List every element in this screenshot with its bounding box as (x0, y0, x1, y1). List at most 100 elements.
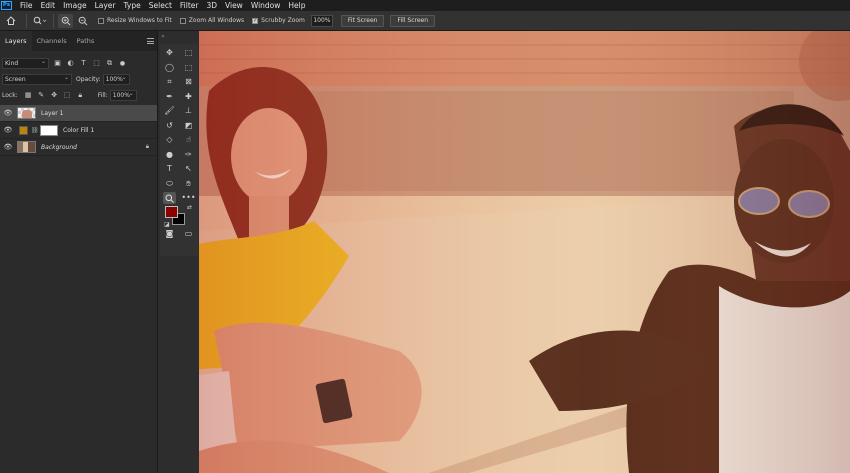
filter-type-icon[interactable]: T (79, 59, 88, 68)
menu-bar: Ps File Edit Image Layer Type Select Fil… (0, 0, 850, 11)
fill-screen-button[interactable]: Fill Screen (390, 14, 436, 27)
separator (26, 13, 27, 28)
scrubby-zoom-checkbox[interactable]: ✓ Scrubby Zoom (252, 17, 305, 24)
lasso-tool-icon[interactable]: ◯ (163, 62, 176, 74)
clone-stamp-tool-icon[interactable]: ⊥ (182, 105, 195, 117)
menu-window[interactable]: Window (247, 0, 285, 11)
menu-edit[interactable]: Edit (37, 0, 60, 11)
frame-tool-icon[interactable]: ⊠ (182, 76, 195, 88)
zoom-percent-field[interactable]: 100% (310, 14, 333, 27)
menu-type[interactable]: Type (120, 0, 145, 11)
collapse-toolbar-icon[interactable]: « (161, 33, 165, 40)
lock-position-icon[interactable]: ✥ (50, 91, 59, 100)
screen-mode-icon[interactable]: ▭ (182, 228, 195, 240)
opacity-field[interactable]: 100% (102, 73, 130, 85)
document-canvas[interactable] (199, 31, 850, 473)
healing-brush-tool-icon[interactable]: ✚ (182, 91, 195, 103)
visibility-eye-icon[interactable]: 👁︎ (3, 109, 13, 117)
default-colors-icon[interactable]: ◪ (164, 221, 170, 228)
zoom-all-windows-checkbox[interactable]: Zoom All Windows (179, 17, 245, 24)
fill-field[interactable]: 100% (109, 89, 137, 101)
tab-paths[interactable]: Paths (72, 31, 100, 51)
checkbox-box[interactable] (179, 17, 186, 24)
canvas-photo (199, 31, 850, 473)
tab-layers[interactable]: Layers (0, 31, 32, 51)
filter-kind-select[interactable]: Kind (2, 57, 49, 69)
crop-tool-icon[interactable]: ⌗ (163, 76, 176, 88)
link-icon[interactable]: ⛓︎ (31, 127, 39, 134)
brush-tool-icon[interactable]: 🖌︎ (163, 105, 176, 117)
lock-icon: 🔒︎ (145, 143, 149, 150)
foreground-color-swatch[interactable] (165, 205, 178, 218)
fit-screen-button[interactable]: Fit Screen (340, 14, 385, 27)
menu-help[interactable]: Help (284, 0, 309, 11)
tools-panel: ✥ ⬚ ◯ ⬚ ⌗ ⊠ ✒︎ ✚ 🖌︎ ⊥ ↺ ◩ ◇ ☝︎ ● ✑ T ↖ ⬭… (160, 44, 198, 256)
history-brush-tool-icon[interactable]: ↺ (163, 120, 176, 132)
menu-select[interactable]: Select (145, 0, 176, 11)
menu-3d[interactable]: 3D (202, 0, 221, 11)
ellipse-tool-icon[interactable]: ⬭ (163, 178, 176, 190)
artboard-tool-icon[interactable]: ⬚ (182, 47, 195, 59)
object-selection-tool-icon[interactable]: ⬚ (182, 62, 195, 74)
filter-shape-icon[interactable]: ⬚ (92, 59, 101, 68)
eraser-tool-icon[interactable]: ◩ (182, 120, 195, 132)
layer-name[interactable]: Layer 1 (41, 110, 63, 117)
type-tool-icon[interactable]: T (163, 163, 176, 175)
panel-menu-icon[interactable] (147, 38, 154, 44)
filter-adjustment-icon[interactable]: ◐ (66, 59, 75, 68)
zoom-in-icon[interactable] (58, 13, 73, 28)
swap-colors-icon[interactable]: ⇄ (187, 204, 192, 211)
menu-image[interactable]: Image (59, 0, 91, 11)
visibility-eye-icon[interactable]: 👁︎ (3, 126, 13, 134)
filter-toggle-icon[interactable]: ● (118, 59, 127, 68)
pen-tool-icon[interactable]: ✑ (182, 149, 195, 161)
layer-mask-thumbnail[interactable] (40, 124, 58, 136)
home-icon[interactable] (0, 14, 22, 28)
resize-windows-label: Resize Windows to Fit (107, 17, 172, 24)
menu-view[interactable]: View (221, 0, 247, 11)
fill-label: Fill: (97, 91, 108, 99)
visibility-eye-icon[interactable]: 👁︎ (3, 143, 13, 151)
quick-mask-icon[interactable]: ◙ (163, 228, 176, 240)
menu-file[interactable]: File (16, 0, 37, 11)
checkbox-box-checked[interactable]: ✓ (252, 17, 259, 24)
resize-windows-checkbox[interactable]: Resize Windows to Fit (98, 17, 172, 24)
tab-channels[interactable]: Channels (32, 31, 72, 51)
hand-tool-icon[interactable]: ✋︎ (182, 178, 195, 190)
lock-label: Lock: (2, 91, 18, 99)
zoom-all-windows-label: Zoom All Windows (188, 17, 245, 24)
menu-filter[interactable]: Filter (176, 0, 203, 11)
dodge-tool-icon[interactable]: ● (163, 149, 176, 161)
layer-row-color-fill-1[interactable]: 👁︎ ⛓︎ Color Fill 1 (0, 122, 157, 139)
scrubby-zoom-label: Scrubby Zoom (261, 17, 305, 24)
blend-mode-select[interactable]: Screen (2, 73, 72, 85)
fill-color-swatch[interactable] (19, 125, 28, 135)
photoshop-logo: Ps (1, 1, 12, 10)
layer-name[interactable]: Color Fill 1 (63, 127, 94, 134)
move-tool-icon[interactable]: ✥ (163, 47, 176, 59)
menu-layer[interactable]: Layer (91, 0, 120, 11)
layers-panel: Layers Channels Paths Kind ▣ ◐ T ⬚ ⧉ ● S… (0, 31, 158, 473)
lock-all-icon[interactable]: 🔒︎ (76, 91, 85, 100)
lock-fill-row: Lock: ▦ ✎ ✥ ⬚ 🔒︎ Fill: 100% (0, 87, 157, 103)
lock-transparent-icon[interactable]: ▦ (24, 91, 33, 100)
layer-row-layer-1[interactable]: 👁︎ Layer 1 (0, 105, 157, 122)
layer-filter-row: Kind ▣ ◐ T ⬚ ⧉ ● (0, 55, 157, 71)
lock-image-icon[interactable]: ✎ (37, 91, 46, 100)
layer-thumbnail (17, 141, 36, 153)
checkbox-box[interactable] (98, 17, 104, 24)
layer-name[interactable]: Background (41, 144, 77, 151)
smudge-tool-icon[interactable]: ☝︎ (182, 134, 195, 146)
zoom-out-icon[interactable] (75, 14, 90, 28)
filter-smart-object-icon[interactable]: ⧉ (105, 59, 114, 68)
filter-pixel-icon[interactable]: ▣ (53, 59, 62, 68)
layer-row-background[interactable]: 👁︎ Background 🔒︎ (0, 139, 157, 156)
zoom-tool-preset-icon[interactable] (31, 14, 49, 28)
lock-artboard-icon[interactable]: ⬚ (63, 91, 72, 100)
opacity-label: Opacity: (76, 75, 101, 83)
paint-bucket-tool-icon[interactable]: ◇ (163, 134, 176, 146)
color-swatches: ⇄ ◪ (164, 203, 194, 229)
eyedropper-tool-icon[interactable]: ✒︎ (163, 91, 176, 103)
layer-thumbnail (17, 107, 36, 119)
path-selection-tool-icon[interactable]: ↖ (182, 163, 195, 175)
